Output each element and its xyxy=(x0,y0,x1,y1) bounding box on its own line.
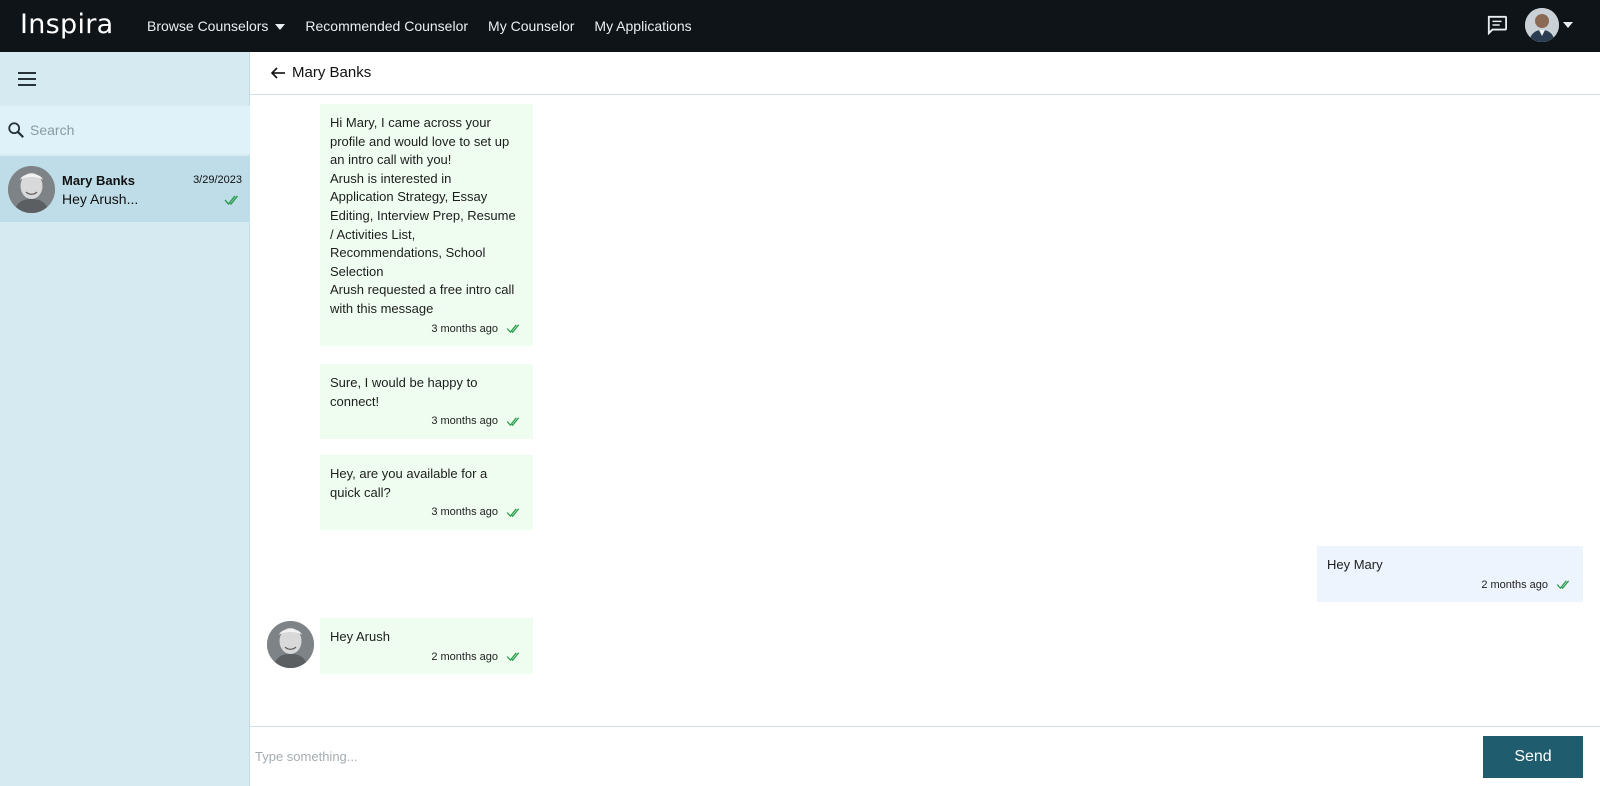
double-check-icon xyxy=(1556,580,1570,590)
message-time: 2 months ago xyxy=(1481,578,1548,591)
chat-header: Mary Banks xyxy=(250,52,1600,95)
message-meta: 3 months ago xyxy=(330,320,523,339)
nav-my-counselor[interactable]: My Counselor xyxy=(488,18,574,34)
message-text: Hey Arush xyxy=(330,629,390,644)
message-bubble: Sure, I would be happy to connect! 3 mon… xyxy=(320,364,533,439)
message-time: 3 months ago xyxy=(431,415,498,428)
message-text: Hey Mary xyxy=(1327,557,1383,572)
message-text: Hey, are you available for a quick call? xyxy=(330,466,488,500)
avatar xyxy=(267,621,314,668)
message-text: Hi Mary, I came across your profile and … xyxy=(330,115,516,316)
user-avatar-image xyxy=(1525,8,1559,42)
top-navbar: Inspira Browse Counselors Recommended Co… xyxy=(0,0,1600,52)
search-icon xyxy=(8,122,24,138)
message-input[interactable] xyxy=(255,744,1435,768)
message-time: 2 months ago xyxy=(431,650,498,663)
message-time: 3 months ago xyxy=(431,506,498,519)
conversation-name: Mary Banks xyxy=(62,173,135,188)
chat-panel: Mary Banks Hi Mary, I came across your p… xyxy=(250,52,1600,786)
message-bubble: Hey, are you available for a quick call?… xyxy=(320,455,533,530)
nav-browse-counselors[interactable]: Browse Counselors xyxy=(147,18,286,34)
logo[interactable]: Inspira xyxy=(20,9,114,40)
message-meta: 3 months ago xyxy=(330,412,523,431)
message-meta: 2 months ago xyxy=(1327,576,1573,595)
double-check-icon xyxy=(506,324,520,334)
conversation-item[interactable]: Mary Banks 3/29/2023 Hey Arush... xyxy=(0,156,250,222)
message-composer: Send xyxy=(250,726,1600,786)
message-time: 3 months ago xyxy=(431,322,498,335)
hamburger-icon[interactable] xyxy=(18,72,36,86)
arrow-left-icon[interactable] xyxy=(270,66,286,80)
double-check-icon xyxy=(506,508,520,518)
nav-my-applications[interactable]: My Applications xyxy=(594,18,691,34)
chat-bubble-icon[interactable] xyxy=(1486,15,1508,35)
chevron-down-icon xyxy=(275,24,286,30)
user-menu-chevron-icon[interactable] xyxy=(1563,22,1573,28)
search-bar xyxy=(0,106,250,154)
message-text: Sure, I would be happy to connect! xyxy=(330,375,478,409)
conversation-sidebar: Mary Banks 3/29/2023 Hey Arush... xyxy=(0,52,250,786)
message-bubble: Hi Mary, I came across your profile and … xyxy=(320,104,533,347)
double-check-icon xyxy=(506,652,520,662)
send-button[interactable]: Send xyxy=(1483,736,1583,778)
user-avatar[interactable] xyxy=(1525,8,1559,42)
conversation-preview: Hey Arush... xyxy=(62,191,139,207)
search-input[interactable] xyxy=(30,118,240,142)
message-bubble-outgoing: Hey Mary 2 months ago xyxy=(1317,546,1583,603)
message-meta: 2 months ago xyxy=(330,648,523,667)
double-check-icon xyxy=(506,417,520,427)
message-meta: 3 months ago xyxy=(330,503,523,522)
main-nav: Browse Counselors Recommended Counselor … xyxy=(147,0,712,52)
nav-recommended-counselor[interactable]: Recommended Counselor xyxy=(305,18,468,34)
chat-title: Mary Banks xyxy=(292,64,372,81)
nav-browse-label: Browse Counselors xyxy=(147,18,269,34)
conversation-date: 3/29/2023 xyxy=(193,174,242,186)
message-bubble: Hey Arush 2 months ago xyxy=(320,618,533,675)
double-check-icon xyxy=(224,195,239,206)
avatar xyxy=(8,166,55,213)
